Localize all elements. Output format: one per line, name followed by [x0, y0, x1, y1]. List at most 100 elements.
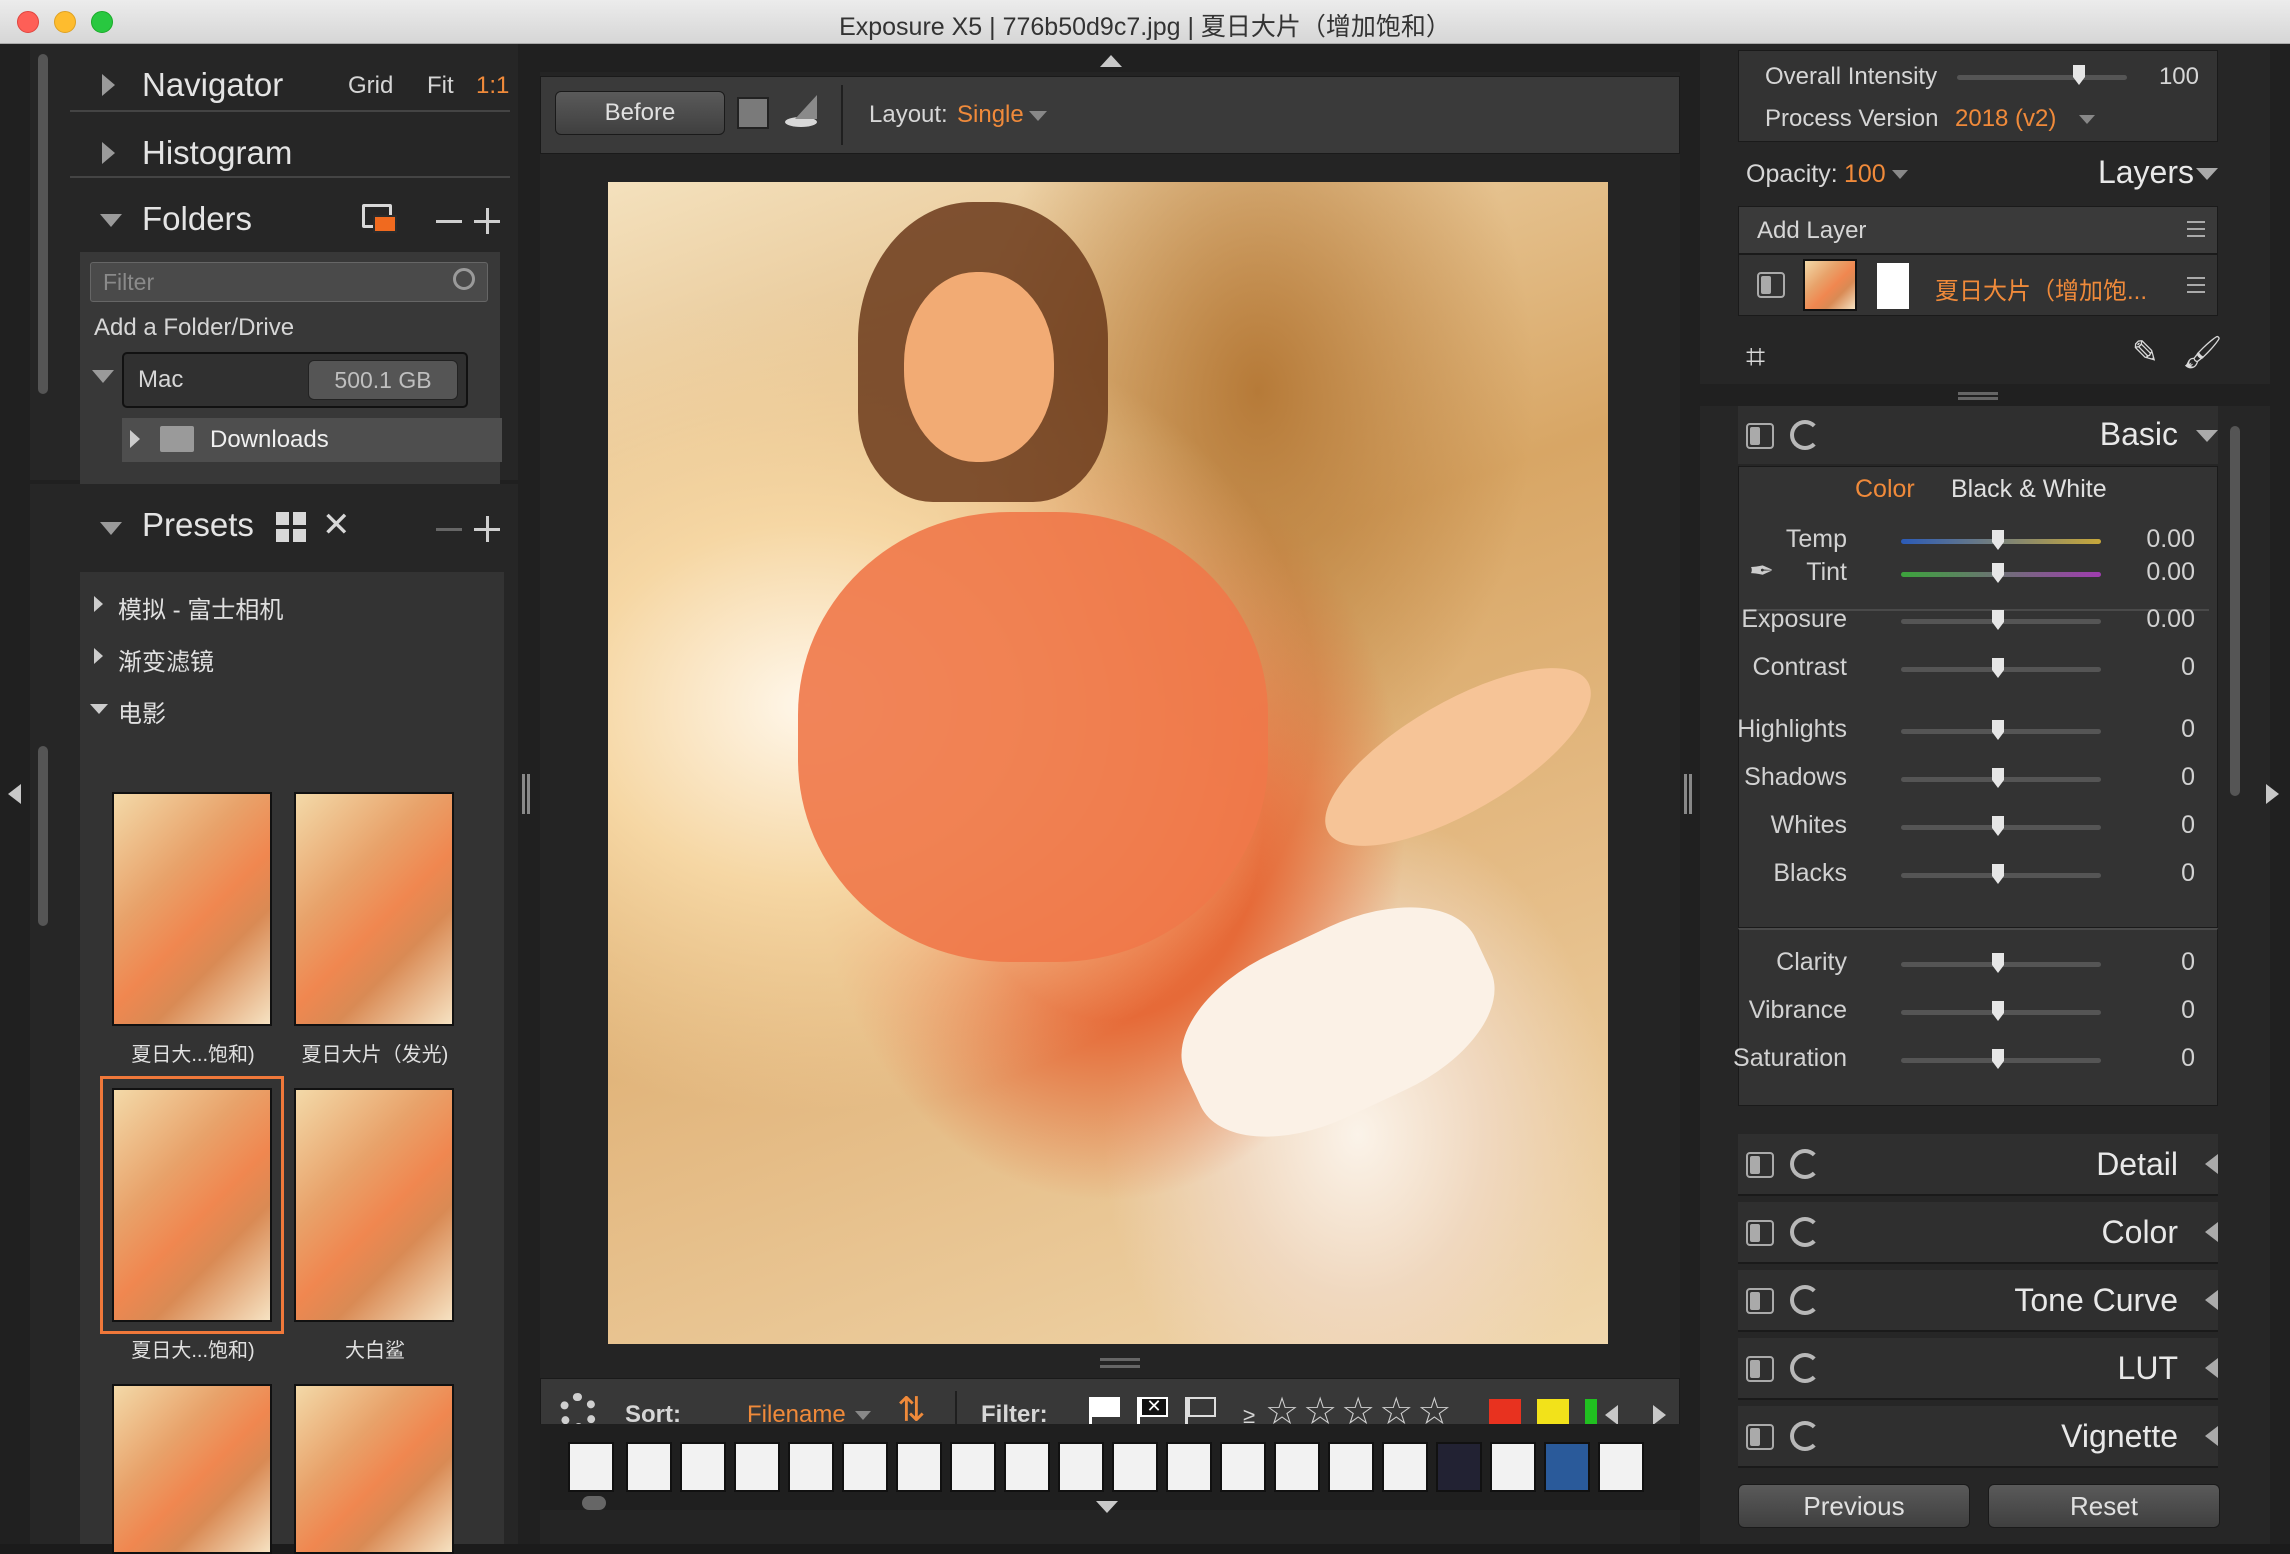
detail-enable-toggle[interactable]	[1746, 1152, 1774, 1178]
lut-section[interactable]: LUT	[1738, 1338, 2218, 1400]
whites-slider-knob[interactable]	[1992, 816, 2004, 836]
layers-title[interactable]: Layers	[2098, 154, 2194, 191]
right-panel-collapse-icon[interactable]	[2266, 784, 2279, 809]
shadows-slider-row[interactable]: Shadows 0	[1739, 759, 2219, 799]
detail-expand-icon[interactable]	[2205, 1154, 2218, 1179]
crop-icon[interactable]: ⌗	[1746, 340, 1765, 374]
overall-intensity-slider[interactable]	[1957, 75, 2127, 80]
remove-folder-icon[interactable]	[436, 220, 462, 223]
layer-mask-thumbnail[interactable]	[1877, 263, 1909, 309]
reset-button[interactable]: Reset	[1988, 1484, 2220, 1528]
filmstrip-thumb[interactable]	[1490, 1442, 1536, 1492]
exposure-slider-knob[interactable]	[1992, 610, 2004, 630]
filmstrip-thumb[interactable]	[1112, 1442, 1158, 1492]
presets-scrollbar[interactable]	[38, 746, 48, 926]
highlights-slider-knob[interactable]	[1992, 720, 2004, 740]
preset-thumb[interactable]	[294, 1384, 454, 1554]
preset-group-movie[interactable]: 电影	[90, 690, 490, 728]
shadows-slider-knob[interactable]	[1992, 768, 2004, 788]
right-panel-splitter[interactable]	[1958, 392, 1998, 400]
detail-section[interactable]: Detail	[1738, 1134, 2218, 1196]
filmstrip-thumb[interactable]	[950, 1442, 996, 1492]
clarity-slider-knob[interactable]	[1992, 953, 2004, 973]
add-folder-icon[interactable]	[362, 204, 397, 233]
paint-brush-icon[interactable]: 🖌	[2182, 336, 2223, 368]
preset-thumb-selected[interactable]	[112, 1088, 272, 1322]
vibrance-slider-row[interactable]: Vibrance 0	[1739, 992, 2219, 1032]
layer-row[interactable]: 夏日大片（增加饱...	[1738, 254, 2218, 316]
lut-enable-toggle[interactable]	[1746, 1356, 1774, 1382]
filmstrip-thumb[interactable]	[680, 1442, 726, 1492]
tint-slider-knob[interactable]	[1992, 563, 2004, 583]
compare-mode-icon[interactable]	[785, 95, 817, 129]
filmstrip-thumb[interactable]	[1328, 1442, 1374, 1492]
adjustments-scrollbar[interactable]	[2230, 426, 2240, 796]
lut-expand-icon[interactable]	[2205, 1358, 2218, 1383]
tab-black-white[interactable]: Black & White	[1951, 475, 2107, 504]
filmstrip-thumb[interactable]	[1220, 1442, 1266, 1492]
bottom-panel-toggle-icon[interactable]	[1096, 1500, 1118, 1518]
filmstrip-thumb[interactable]	[1004, 1442, 1050, 1492]
eraser-brush-icon[interactable]: ✎	[2132, 336, 2159, 368]
presets-header[interactable]: Presets ✕	[70, 502, 510, 552]
flag-rejected-icon[interactable]: ✕	[1137, 1397, 1169, 1427]
vignette-expand-icon[interactable]	[2205, 1426, 2218, 1451]
filmstrip-thumb[interactable]	[788, 1442, 834, 1492]
folder-item-downloads[interactable]: Downloads	[122, 418, 502, 462]
basic-reset-icon[interactable]	[1790, 420, 1820, 450]
color-enable-toggle[interactable]	[1746, 1220, 1774, 1246]
layout-dropdown[interactable]: Single	[957, 101, 1024, 129]
flag-unflagged-icon[interactable]	[1185, 1397, 1217, 1427]
remove-preset-icon[interactable]	[436, 528, 462, 531]
folder-filter-field[interactable]: Filter	[90, 262, 488, 302]
filmstrip-thumb[interactable]	[1598, 1442, 1644, 1492]
layer-visibility-toggle[interactable]	[1757, 272, 1785, 298]
saturation-slider-row[interactable]: Saturation 0	[1733, 1040, 2219, 1080]
sort-direction-icon[interactable]: ⇅	[897, 1393, 926, 1427]
before-button[interactable]: Before	[555, 91, 725, 135]
lut-reset-icon[interactable]	[1790, 1353, 1820, 1383]
tone-curve-section[interactable]: Tone Curve	[1738, 1270, 2218, 1332]
filmstrip-thumb[interactable]	[568, 1442, 614, 1492]
filmstrip-thumb[interactable]	[1544, 1442, 1590, 1492]
basic-header[interactable]: Basic	[1738, 406, 2218, 464]
contrast-slider-knob[interactable]	[1992, 658, 2004, 678]
left-scrollbar[interactable]	[38, 54, 48, 394]
saturation-slider-knob[interactable]	[1992, 1049, 2004, 1069]
tab-color[interactable]: Color	[1855, 475, 1915, 504]
filmstrip-splitter[interactable]	[1100, 1358, 1140, 1368]
filmstrip-thumb[interactable]	[626, 1442, 672, 1492]
detail-reset-icon[interactable]	[1790, 1149, 1820, 1179]
overall-intensity-knob[interactable]	[2073, 65, 2085, 85]
flag-picked-icon[interactable]	[1089, 1397, 1121, 1427]
filmstrip-scroll-thumb[interactable]	[582, 1496, 606, 1510]
clarity-slider-row[interactable]: Clarity 0	[1739, 944, 2219, 984]
top-panel-toggle-icon[interactable]	[1100, 54, 1122, 72]
vignette-section[interactable]: Vignette	[1738, 1406, 2218, 1468]
vignette-reset-icon[interactable]	[1790, 1421, 1820, 1451]
filmstrip-thumb[interactable]	[734, 1442, 780, 1492]
add-folder-link[interactable]: Add a Folder/Drive	[94, 314, 294, 342]
preset-group-gradient[interactable]: 渐变滤镜	[90, 638, 490, 676]
filmstrip-thumb[interactable]	[896, 1442, 942, 1492]
fit-zoom-button[interactable]: Fit	[427, 72, 454, 100]
exposure-slider-row[interactable]: Exposure 0.00	[1739, 601, 2219, 641]
filmstrip-thumb[interactable]	[1274, 1442, 1320, 1492]
left-splitter-handle[interactable]	[522, 774, 530, 814]
layer-name[interactable]: 夏日大片（增加饱...	[1935, 271, 2147, 306]
vignette-enable-toggle[interactable]	[1746, 1424, 1774, 1450]
collapse-all-icon[interactable]: ✕	[322, 508, 351, 542]
temp-slider-knob[interactable]	[1992, 530, 2004, 550]
compare-split-icon[interactable]	[737, 97, 769, 129]
drive-expand-icon[interactable]	[92, 370, 114, 383]
layers-expand-icon[interactable]	[2196, 168, 2218, 180]
basic-expand-icon[interactable]	[2196, 430, 2218, 442]
histogram-header[interactable]: Histogram	[70, 128, 510, 178]
one-to-one-zoom-button[interactable]: 1:1	[476, 72, 509, 100]
navigator-header[interactable]: Navigator Grid Fit 1:1	[70, 62, 510, 112]
right-splitter-handle[interactable]	[1684, 774, 1692, 814]
add-layer-row[interactable]: Add Layer	[1738, 206, 2218, 254]
left-panel-collapse-icon[interactable]	[8, 784, 21, 809]
tint-slider-row[interactable]: Tint 0.00	[1739, 554, 2219, 594]
plus-folder-icon[interactable]	[474, 208, 500, 234]
